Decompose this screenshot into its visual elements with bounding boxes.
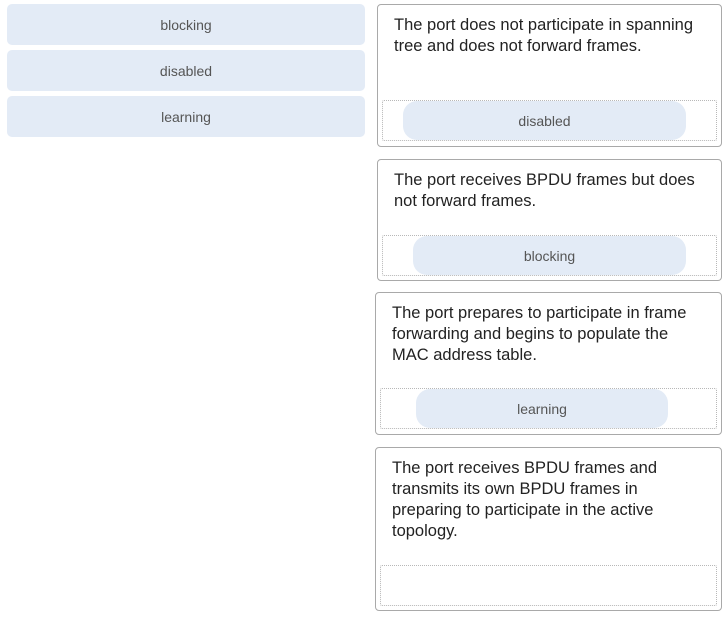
target-description-4: The port receives BPDU frames and transm… xyxy=(392,459,658,540)
drop-zone-2[interactable]: blocking xyxy=(382,235,717,276)
target-description-2: The port receives BPDU frames but does n… xyxy=(394,171,695,210)
target-card-4: The port receives BPDU frames and transm… xyxy=(375,447,722,611)
option-blocking[interactable]: blocking xyxy=(7,4,365,45)
answer-chip-2[interactable]: blocking xyxy=(413,236,686,275)
target-card-2: The port receives BPDU frames but does n… xyxy=(377,159,722,281)
drop-zone-3[interactable]: learning xyxy=(380,388,717,429)
option-disabled[interactable]: disabled xyxy=(7,50,365,91)
target-description-3: The port prepares to participate in fram… xyxy=(392,304,687,364)
drop-zone-1[interactable]: disabled xyxy=(382,100,717,141)
option-learning[interactable]: learning xyxy=(7,96,365,137)
target-card-3: The port prepares to participate in fram… xyxy=(375,292,722,435)
drop-zone-4[interactable] xyxy=(380,565,717,606)
answer-chip-3[interactable]: learning xyxy=(416,389,668,428)
target-card-1: The port does not participate in spannin… xyxy=(377,4,722,147)
target-description-1: The port does not participate in spannin… xyxy=(394,16,694,55)
answer-chip-1[interactable]: disabled xyxy=(403,101,686,140)
